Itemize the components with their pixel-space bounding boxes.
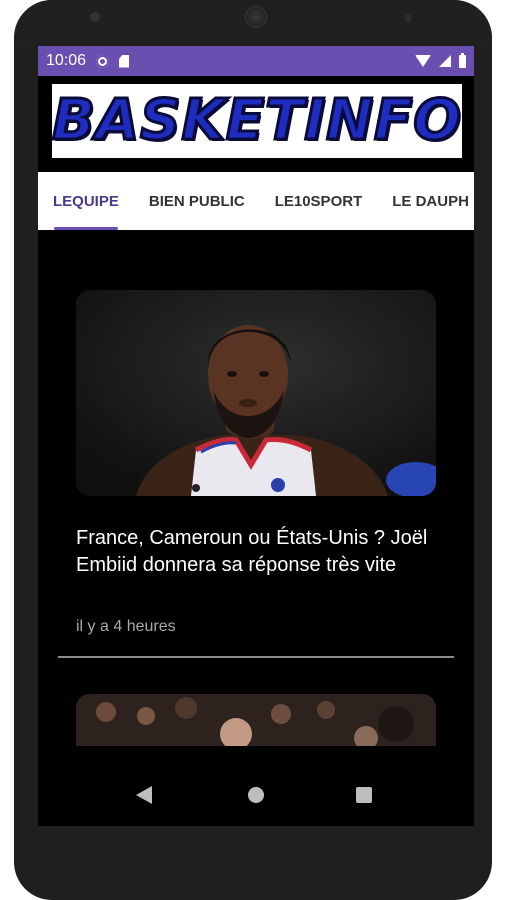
tab-label: BIEN PUBLIC (148, 192, 245, 210)
player-photo (76, 290, 436, 496)
proximity-sensor (90, 12, 100, 22)
status-right-icons (415, 52, 466, 68)
system-nav-bar (38, 762, 474, 826)
tab-label: LEQUIPE (53, 192, 119, 210)
settings-icon (96, 54, 110, 68)
tab-label: LE10SPORT (274, 192, 363, 210)
article-title[interactable]: France, Cameroun ou États-Unis ? Joël Em… (76, 525, 446, 579)
tab-lequipe[interactable]: LEQUIPE (38, 172, 134, 230)
recents-icon[interactable] (356, 787, 372, 803)
status-bar: 10:06 (38, 46, 474, 76)
source-tabs: LEQUIPE BIEN PUBLIC LE10SPORT LE DAUPH (38, 172, 474, 230)
wifi-icon (415, 55, 431, 67)
front-camera-icon (245, 6, 267, 28)
logo-text: BASKETINFO (51, 88, 463, 153)
article-time: il y a 4 heures (76, 618, 176, 635)
battery-icon (459, 52, 466, 68)
app-screen: 10:06 BASKETINFO LEQUIPE BIEN PUBLIC LE1… (38, 46, 474, 826)
light-sensor (404, 14, 412, 22)
status-time: 10:06 (46, 52, 87, 69)
article-feed: France, Cameroun ou États-Unis ? Joël Em… (38, 230, 474, 826)
tab-label: LE DAUPH (392, 192, 469, 210)
phone-top-bezel (14, 0, 492, 46)
status-left-icons (96, 54, 130, 68)
signal-icon (439, 55, 451, 67)
back-icon[interactable] (136, 786, 152, 804)
tab-le10sport[interactable]: LE10SPORT (260, 172, 378, 230)
crowd-photo (76, 694, 436, 746)
sd-card-icon (119, 54, 130, 68)
app-logo: BASKETINFO (51, 84, 463, 158)
phone-frame: 10:06 BASKETINFO LEQUIPE BIEN PUBLIC LE1… (14, 0, 492, 900)
home-icon[interactable] (248, 787, 264, 803)
article-divider (58, 656, 454, 658)
app-header: BASKETINFO (38, 76, 474, 172)
tab-le-dauph[interactable]: LE DAUPH (377, 172, 474, 230)
next-article-image[interactable] (76, 694, 436, 746)
tab-bien-public[interactable]: BIEN PUBLIC (134, 172, 260, 230)
article-image[interactable] (76, 290, 436, 496)
